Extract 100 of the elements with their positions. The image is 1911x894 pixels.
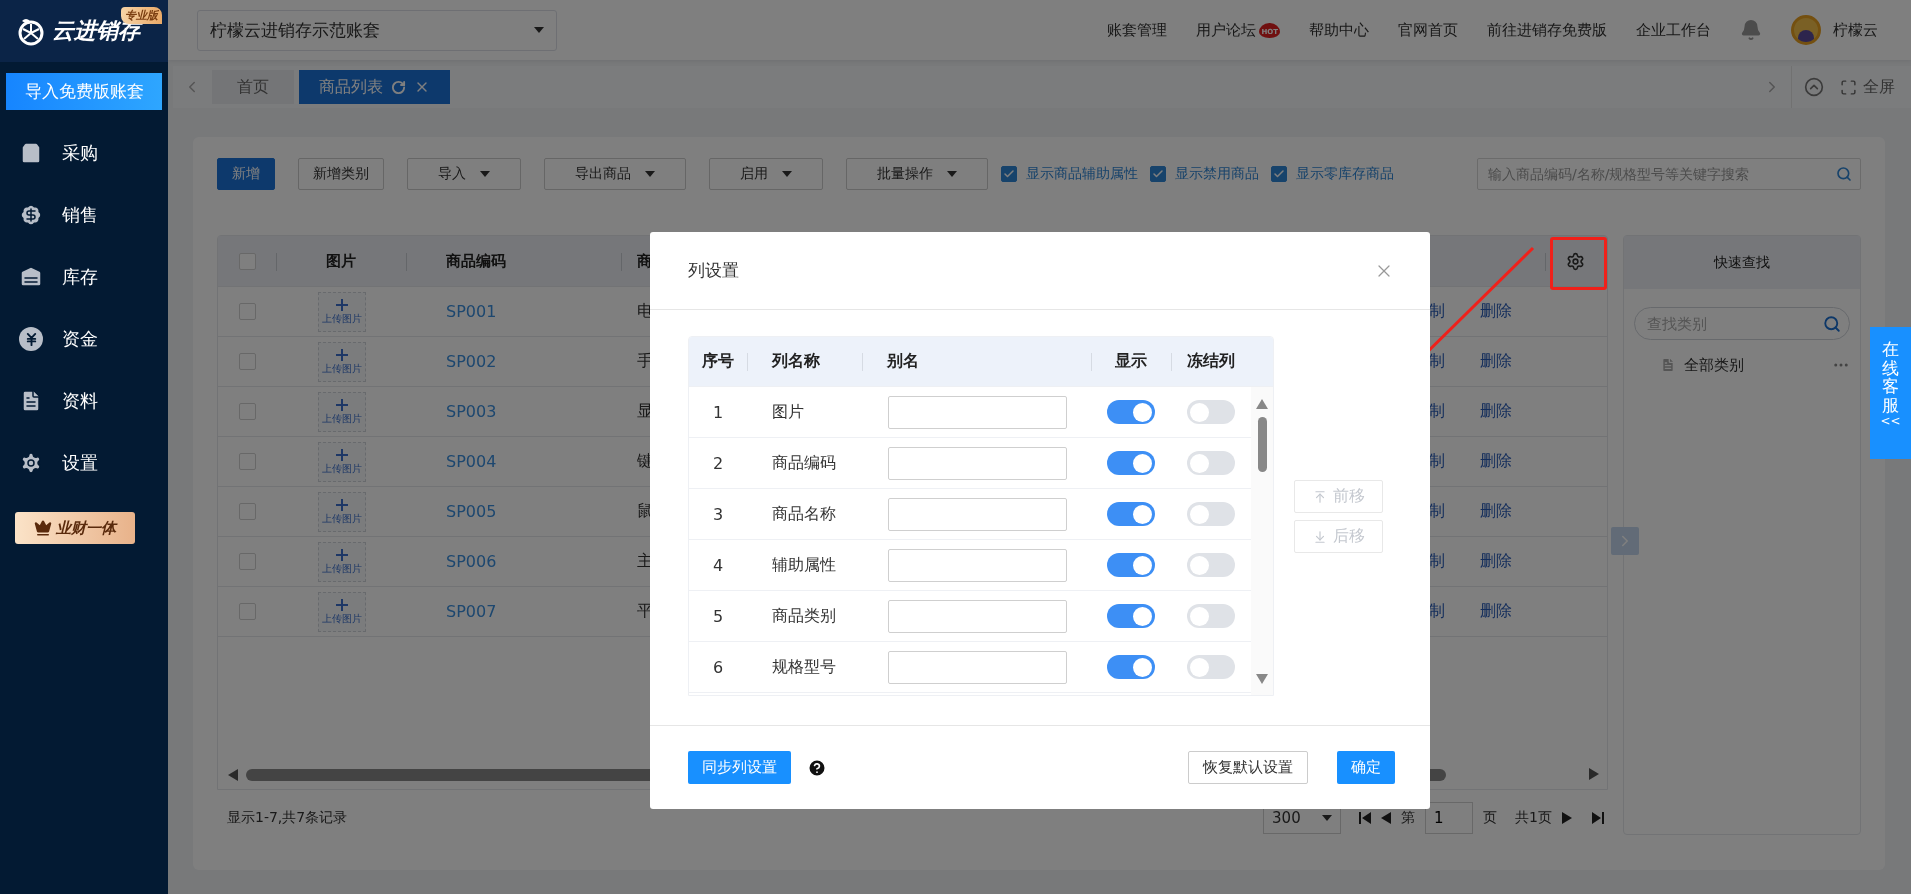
fullscreen-button[interactable]: 全屏 <box>1840 76 1895 98</box>
scroll-right-icon[interactable] <box>1589 768 1599 780</box>
online-service-tab[interactable]: 在线客服 << <box>1870 327 1911 459</box>
freeze-toggle[interactable] <box>1187 604 1235 628</box>
sidebar-item[interactable]: 库存 <box>0 246 168 308</box>
product-code-link[interactable]: SP006 <box>446 552 497 571</box>
copy-link[interactable]: 制 <box>1429 501 1445 522</box>
ok-button[interactable]: 确定 <box>1337 751 1395 784</box>
toolbar-button[interactable]: 新增 <box>217 158 275 190</box>
delete-link[interactable]: 删除 <box>1480 451 1512 472</box>
checkbox[interactable] <box>1271 166 1287 182</box>
delete-link[interactable]: 删除 <box>1480 301 1512 322</box>
product-code-link[interactable]: SP005 <box>446 502 497 521</box>
checkbox[interactable] <box>1150 166 1166 182</box>
checkbox-label[interactable]: 显示禁用商品 <box>1175 165 1259 183</box>
alias-input[interactable] <box>888 650 1067 684</box>
search-icon[interactable] <box>1823 314 1841 333</box>
scroll-down-icon[interactable] <box>1256 674 1268 684</box>
delete-link[interactable]: 删除 <box>1480 501 1512 522</box>
sidebar-item[interactable]: 采购 <box>0 122 168 184</box>
toolbar-button[interactable]: 新增类别 <box>298 158 384 190</box>
toolbar-button[interactable]: 启用 <box>709 158 823 190</box>
freeze-toggle[interactable] <box>1187 451 1235 475</box>
freeze-toggle[interactable] <box>1187 553 1235 577</box>
delete-link[interactable]: 删除 <box>1480 551 1512 572</box>
upload-button[interactable]: 上传图片 <box>318 441 366 482</box>
sidebar-item[interactable]: 资金 <box>0 308 168 370</box>
show-toggle[interactable] <box>1107 553 1155 577</box>
checkbox-label[interactable]: 显示零库存商品 <box>1296 165 1394 183</box>
sidebar-item[interactable]: 销售 <box>0 184 168 246</box>
delete-link[interactable]: 删除 <box>1480 401 1512 422</box>
refresh-icon[interactable] <box>391 79 406 95</box>
header-link[interactable]: 官网首页 <box>1398 20 1458 40</box>
header-link[interactable]: 帮助中心 <box>1309 20 1369 40</box>
scrollbar-thumb[interactable] <box>1257 417 1267 472</box>
freeze-toggle[interactable] <box>1187 502 1235 526</box>
show-toggle[interactable] <box>1107 451 1155 475</box>
product-code-link[interactable]: SP002 <box>446 352 497 371</box>
product-code-link[interactable]: SP003 <box>446 402 497 421</box>
alias-input[interactable] <box>888 548 1067 582</box>
header-link[interactable]: 前往进销存免费版 <box>1487 20 1607 40</box>
show-toggle[interactable] <box>1107 502 1155 526</box>
page-input[interactable]: 1 <box>1425 801 1474 834</box>
copy-link[interactable]: 制 <box>1429 451 1445 472</box>
sync-button[interactable]: 同步列设置 <box>688 751 791 784</box>
show-toggle[interactable] <box>1107 655 1155 679</box>
product-code-link[interactable]: SP001 <box>446 302 497 321</box>
alias-input[interactable] <box>888 599 1067 633</box>
page-tab[interactable]: 首页 <box>212 70 294 104</box>
previous-page-icon[interactable] <box>1381 811 1392 824</box>
alias-input[interactable] <box>888 395 1067 429</box>
settings-icon[interactable] <box>1566 251 1585 271</box>
collapse-icon[interactable] <box>1804 77 1824 97</box>
delete-link[interactable]: 删除 <box>1480 601 1512 622</box>
alias-input[interactable] <box>888 446 1067 480</box>
reset-button[interactable]: 恢复默认设置 <box>1188 751 1308 784</box>
promo-button[interactable]: 业财一体 <box>15 512 135 544</box>
checkbox[interactable] <box>1001 166 1017 182</box>
checkbox-label[interactable]: 显示商品辅助属性 <box>1026 165 1138 183</box>
page-tab[interactable]: 商品列表 <box>299 70 450 104</box>
show-toggle[interactable] <box>1107 604 1155 628</box>
copy-link[interactable]: 制 <box>1429 351 1445 372</box>
freeze-toggle[interactable] <box>1187 655 1235 679</box>
alias-input[interactable] <box>888 497 1067 531</box>
copy-link[interactable]: 制 <box>1429 301 1445 322</box>
toolbar-button[interactable]: 导出商品 <box>544 158 686 190</box>
upload-button[interactable]: 上传图片 <box>318 341 366 382</box>
upload-button[interactable]: 上传图片 <box>318 391 366 432</box>
upload-button[interactable]: 上传图片 <box>318 491 366 532</box>
bell-icon[interactable] <box>1740 19 1762 41</box>
row-number: 6 <box>712 657 724 677</box>
copy-link[interactable]: 制 <box>1429 551 1445 572</box>
search-icon[interactable] <box>1836 166 1852 182</box>
upload-button[interactable]: 上传图片 <box>318 591 366 632</box>
delete-link[interactable]: 删除 <box>1480 351 1512 372</box>
toolbar-button[interactable]: 导入 <box>407 158 521 190</box>
sidebar-item[interactable]: 资料 <box>0 370 168 432</box>
user-name[interactable]: 柠檬云 <box>1833 20 1878 40</box>
freeze-toggle[interactable] <box>1187 400 1235 424</box>
upload-button[interactable]: 上传图片 <box>318 291 366 332</box>
last-page-icon[interactable] <box>1592 811 1604 824</box>
copy-link[interactable]: 制 <box>1429 401 1445 422</box>
import-button[interactable]: 导入免费版账套 <box>6 73 162 110</box>
toolbar-button[interactable]: 批量操作 <box>846 158 988 190</box>
scroll-up-icon[interactable] <box>1256 399 1268 409</box>
help-icon[interactable] <box>807 757 827 778</box>
sidebar-item[interactable]: 设置 <box>0 432 168 494</box>
product-code-link[interactable]: SP004 <box>446 452 497 471</box>
first-page-icon[interactable] <box>1359 811 1372 824</box>
tree-item[interactable]: 全部类别 <box>1684 355 1744 375</box>
scroll-left-icon[interactable] <box>228 769 238 781</box>
header-link[interactable]: 企业工作台 <box>1636 20 1711 40</box>
product-code-link[interactable]: SP007 <box>446 602 497 621</box>
avatar[interactable] <box>1791 15 1821 45</box>
header-link[interactable]: 账套管理 <box>1107 20 1168 40</box>
next-page-icon[interactable] <box>1562 811 1572 824</box>
copy-link[interactable]: 制 <box>1429 601 1445 622</box>
account-select[interactable]: 柠檬云进销存示范账套 <box>197 9 557 51</box>
upload-button[interactable]: 上传图片 <box>318 541 366 582</box>
show-toggle[interactable] <box>1107 400 1155 424</box>
